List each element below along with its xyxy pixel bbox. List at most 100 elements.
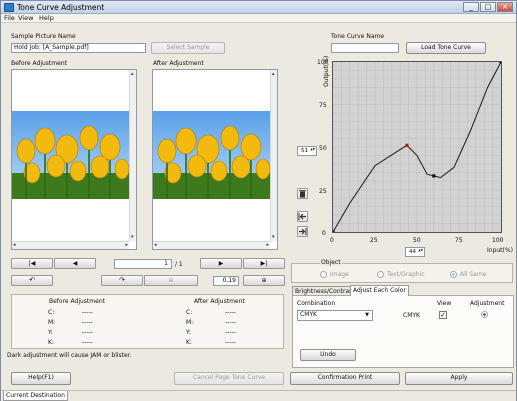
delete-point-button[interactable] xyxy=(297,188,308,199)
view-header: View xyxy=(437,300,452,307)
close-button[interactable]: ✕ xyxy=(497,2,513,12)
y-tick-75: 75 xyxy=(319,102,327,109)
info-after-k-value: ----- xyxy=(225,339,236,346)
zoom-in-icon: ⊕ xyxy=(261,277,267,284)
maximize-button[interactable]: □ xyxy=(480,2,496,12)
curve-point[interactable] xyxy=(499,60,503,64)
zoom-level-field[interactable]: 0.19 xyxy=(213,276,239,286)
help-button[interactable]: Help(F1) xyxy=(11,372,71,385)
input-value-spinner[interactable]: 44 xyxy=(405,247,425,257)
before-horizontal-scrollbar[interactable]: ◂ ▸ xyxy=(12,241,129,249)
rotate-left-icon: ↶ xyxy=(29,276,35,284)
check-icon: ✓ xyxy=(440,311,446,319)
apply-button[interactable]: Apply xyxy=(405,372,513,385)
object-all-same-radio[interactable] xyxy=(450,271,457,278)
adjustment-header: Adjustment xyxy=(470,300,505,307)
select-sample-button[interactable]: Select Sample xyxy=(151,42,225,54)
before-sample-image xyxy=(12,111,129,199)
rotate-right-button[interactable]: ↷ xyxy=(101,275,143,286)
minimize-button[interactable]: _ xyxy=(463,2,479,12)
object-all-same-label: All Same xyxy=(460,271,487,278)
app-icon xyxy=(4,3,14,12)
info-before-m-value: ----- xyxy=(82,319,93,326)
zoom-in-button[interactable]: ⊕ xyxy=(243,275,285,286)
input-axis-label: Input(%) xyxy=(487,247,513,254)
export-curve-button[interactable] xyxy=(297,226,308,237)
info-after-m-key: M: xyxy=(186,319,194,326)
menu-file[interactable]: File xyxy=(4,14,15,23)
confirmation-print-button[interactable]: Confirmation Print xyxy=(290,372,400,385)
info-before-k-value: ----- xyxy=(82,339,93,346)
color-info-group: Before Adjustment After Adjustment C: --… xyxy=(11,294,284,349)
prev-page-button[interactable]: ◀ xyxy=(54,258,96,269)
before-preview-panel: ▴ ▾ ◂ ▸ xyxy=(11,69,137,250)
object-text-graphic-radio[interactable] xyxy=(377,271,384,278)
y-tick-100: 100 xyxy=(317,59,329,66)
y-tick-0: 0 xyxy=(322,230,326,237)
after-horizontal-scrollbar[interactable]: ◂ ▸ xyxy=(153,241,270,249)
output-value-spinner[interactable]: 51 xyxy=(297,146,317,156)
curve-point[interactable] xyxy=(432,174,436,178)
view-checkbox[interactable]: ✓ xyxy=(439,311,447,319)
rotate-left-button[interactable]: ↶ xyxy=(11,275,53,286)
object-legend: Object xyxy=(320,259,342,266)
last-page-button[interactable]: ▶| xyxy=(243,258,285,269)
window-title: Tone Curve Adjustment xyxy=(17,3,105,12)
info-after-y-value: ----- xyxy=(225,329,236,336)
adjustment-radio[interactable] xyxy=(481,311,488,318)
tone-curve-name-field[interactable] xyxy=(331,43,399,53)
info-before-y-value: ----- xyxy=(82,329,93,336)
object-image-radio[interactable] xyxy=(320,271,327,278)
cancel-page-tone-curve-button[interactable]: Cancel Page Tone Curve xyxy=(174,372,284,385)
info-before-c-value: ----- xyxy=(82,309,93,316)
next-page-button[interactable]: ▶ xyxy=(200,258,242,269)
import-arrow-icon xyxy=(298,213,306,220)
x-tick-100: 100 xyxy=(492,237,504,244)
before-adjustment-label: Before Adjustment xyxy=(11,60,67,67)
info-before-y-key: Y: xyxy=(48,329,53,336)
load-tone-curve-button[interactable]: Load Tone Curve xyxy=(406,42,486,54)
sample-picture-field[interactable]: Hold Job: [A_Sample.pdf] xyxy=(11,43,146,53)
info-before-m-key: M: xyxy=(48,319,56,326)
object-group: Object Image Text/Graphic All Same xyxy=(291,259,513,283)
info-after-title: After Adjustment xyxy=(194,298,245,305)
after-adjustment-label: After Adjustment xyxy=(153,60,204,67)
x-tick-75: 75 xyxy=(455,237,463,244)
tone-curve-window: Tone Curve Adjustment _ □ ✕ File View He… xyxy=(0,0,517,401)
tone-curve-name-label: Tone Curve Name xyxy=(331,33,385,40)
menu-help[interactable]: Help xyxy=(39,14,54,23)
sample-picture-label: Sample Picture Name xyxy=(11,33,76,40)
combination-select[interactable]: CMYK ▼ xyxy=(297,310,373,321)
info-after-y-key: Y: xyxy=(186,329,191,336)
current-destination-tab[interactable]: Current Destination xyxy=(3,391,68,401)
after-sample-image xyxy=(153,111,270,199)
zoom-out-button[interactable]: ⊖ xyxy=(144,275,198,286)
menu-view[interactable]: View xyxy=(18,14,33,23)
info-after-c-value: ----- xyxy=(225,309,236,316)
page-number-field[interactable]: 1 xyxy=(114,259,172,269)
tone-curve-graph[interactable] xyxy=(331,60,503,234)
tab-adjust-each-color[interactable]: Adjust Each Color xyxy=(350,285,409,296)
y-tick-25: 25 xyxy=(319,188,327,195)
title-bar: Tone Curve Adjustment _ □ ✕ xyxy=(1,1,516,14)
info-before-k-key: K: xyxy=(48,339,54,346)
menu-bar: File View Help xyxy=(1,14,516,23)
trash-icon xyxy=(299,190,306,198)
info-before-title: Before Adjustment xyxy=(49,298,105,305)
curve-point[interactable] xyxy=(331,230,335,234)
rotate-right-icon: ↷ xyxy=(119,276,125,284)
tone-curve-plot[interactable] xyxy=(331,60,503,234)
channel-label: CMYK xyxy=(403,312,420,319)
after-vertical-scrollbar[interactable]: ▴ ▾ xyxy=(270,70,277,241)
before-vertical-scrollbar[interactable]: ▴ ▾ xyxy=(129,70,136,241)
page-total-label: / 1 xyxy=(175,261,183,268)
undo-button[interactable]: Undo xyxy=(300,349,356,361)
combination-header: Combination xyxy=(297,300,336,307)
x-tick-25: 25 xyxy=(370,237,378,244)
x-tick-0: 0 xyxy=(330,237,334,244)
first-page-button[interactable]: |◀ xyxy=(11,258,53,269)
selected-curve-point[interactable] xyxy=(405,143,409,147)
export-arrow-icon xyxy=(299,228,307,235)
import-curve-button[interactable] xyxy=(297,211,308,222)
x-tick-50: 50 xyxy=(413,237,421,244)
